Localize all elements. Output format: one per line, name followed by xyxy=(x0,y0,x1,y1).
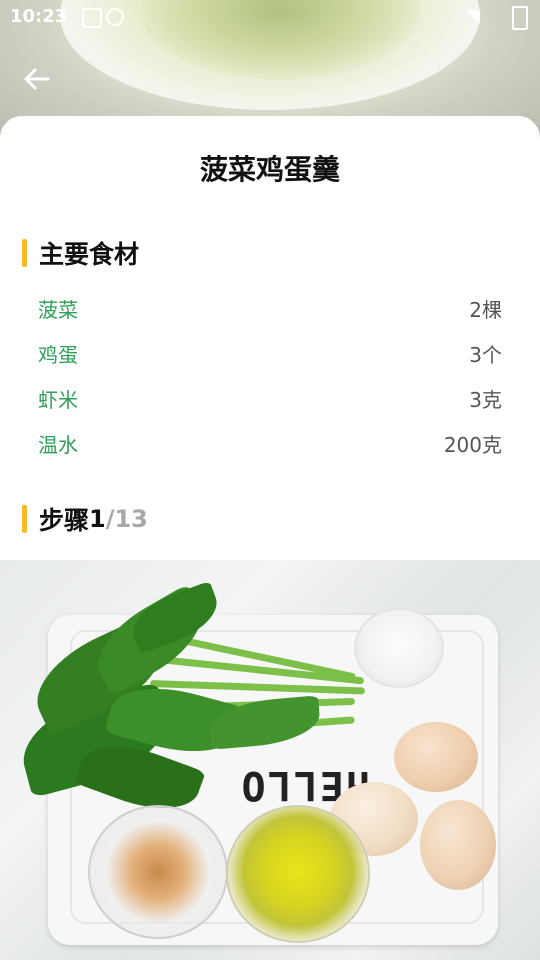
notification-icon xyxy=(82,8,102,28)
back-button[interactable] xyxy=(20,62,54,96)
steps-heading: 步骤 1 /13 xyxy=(22,504,148,535)
section-accent-bar xyxy=(22,505,27,533)
steps-heading-label: 步骤 xyxy=(39,506,90,535)
arrow-left-icon xyxy=(24,68,50,90)
ingredient-name: 菠菜 xyxy=(38,298,78,322)
status-bar: 10:23 ◥ xyxy=(0,0,540,36)
oil-bowl xyxy=(226,805,370,943)
dried-shrimp-bowl xyxy=(88,805,228,939)
notification-icon xyxy=(106,8,124,26)
ingredient-row[interactable]: 菠菜 2棵 xyxy=(38,294,502,324)
battery-icon xyxy=(512,6,528,30)
step-total: /13 xyxy=(105,505,148,533)
ingredient-amount: 3克 xyxy=(469,388,502,412)
ingredient-amount: 200克 xyxy=(443,433,502,457)
egg xyxy=(394,722,478,792)
section-accent-bar xyxy=(22,239,27,267)
recipe-title: 菠菜鸡蛋羹 xyxy=(199,153,340,186)
ingredient-name: 温水 xyxy=(38,433,78,457)
ingredient-name: 虾米 xyxy=(38,388,78,412)
status-time: 10:23 xyxy=(10,6,68,27)
wifi-icon: ◥ xyxy=(466,6,480,27)
ingredient-row[interactable]: 鸡蛋 3个 xyxy=(38,339,502,369)
salt-dish xyxy=(354,608,444,688)
ingredients-heading: 主要食材 xyxy=(22,238,140,269)
egg xyxy=(420,800,496,890)
ingredient-row[interactable]: 温水 200克 xyxy=(38,429,502,459)
ingredient-name: 鸡蛋 xyxy=(38,343,78,367)
ingredient-amount: 2棵 xyxy=(469,298,502,322)
step-current: 1 xyxy=(89,505,106,533)
ingredients-heading-label: 主要食材 xyxy=(39,240,140,269)
ingredient-amount: 3个 xyxy=(469,343,502,367)
ingredient-row[interactable]: 虾米 3克 xyxy=(38,384,502,414)
step-photo[interactable]: HELLO xyxy=(0,560,540,960)
